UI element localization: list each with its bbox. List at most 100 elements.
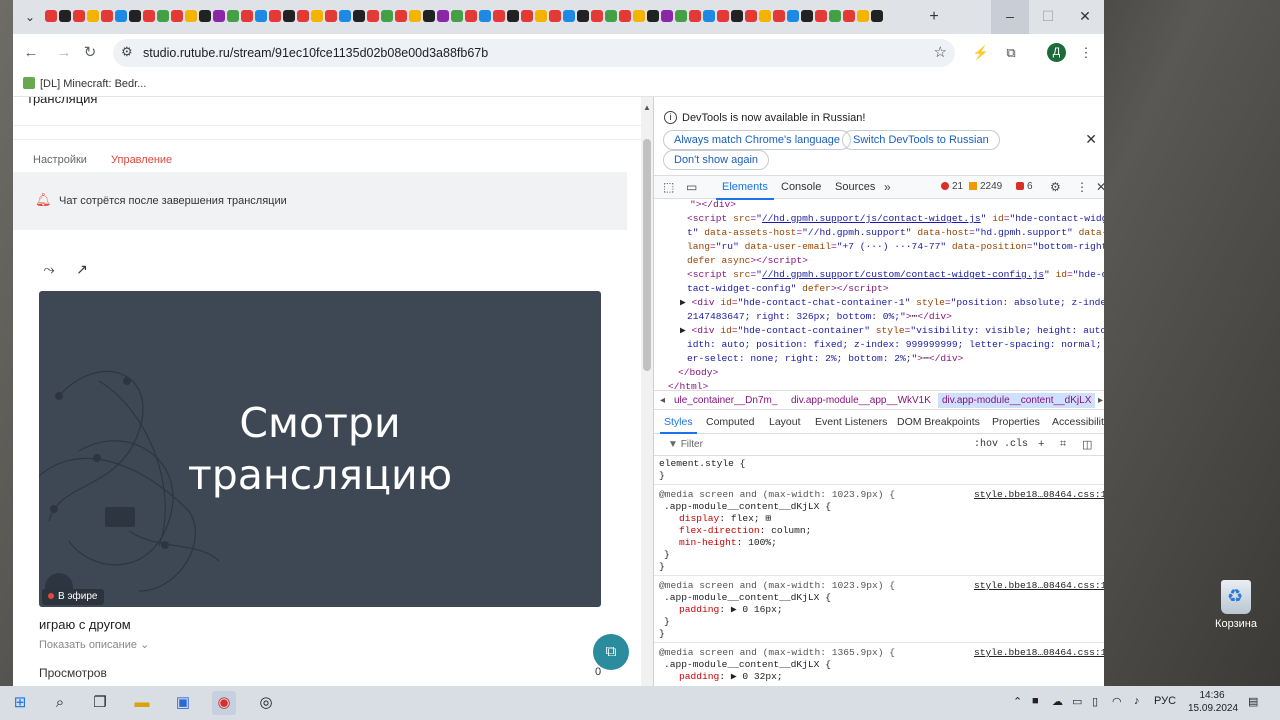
pinned-tab-favicon[interactable] — [395, 10, 407, 22]
pinned-tab-favicon[interactable] — [101, 10, 113, 22]
dom-line[interactable]: </html> — [668, 380, 708, 390]
start-windows-icon[interactable]: ⊞ — [8, 691, 32, 715]
task-view-icon[interactable]: ❐ — [88, 691, 112, 715]
pinned-tab-favicon[interactable] — [591, 10, 603, 22]
pinned-tab-favicon[interactable] — [689, 10, 701, 22]
maximize-button[interactable]: ☐ — [1029, 0, 1067, 34]
profile-avatar[interactable]: Д — [1047, 43, 1066, 62]
pinned-tab-favicon[interactable] — [731, 10, 743, 22]
pinned-tab-favicon[interactable] — [759, 10, 771, 22]
subtab-event-listeners[interactable]: Event Listeners — [815, 416, 887, 428]
breadcrumb-item-selected[interactable]: div.app-module__content__dKjLX — [938, 393, 1096, 408]
pinned-tab-favicon[interactable] — [451, 10, 463, 22]
warning-count-badge[interactable]: 2249 — [969, 181, 1002, 192]
toggle-element-state-icon[interactable]: ⌗ — [1060, 438, 1066, 451]
subtab-layout[interactable]: Layout — [769, 416, 801, 428]
pinned-tab-favicon[interactable] — [227, 10, 239, 22]
onedrive-cloud-icon[interactable]: ☁ — [1052, 695, 1063, 708]
tab-search-chevron-icon[interactable]: ⌄ — [21, 8, 39, 26]
pinned-tab-favicon[interactable] — [423, 10, 435, 22]
more-tabs-chevron-icon[interactable]: » — [884, 180, 891, 194]
pinned-tab-favicon[interactable] — [843, 10, 855, 22]
site-info-icon[interactable]: ⚙ — [121, 44, 133, 60]
styles-filter-input[interactable]: ▼ Filter — [668, 439, 703, 450]
dom-line[interactable]: ▶ <div id="hde-contact-container" style=… — [680, 324, 1104, 338]
bookmark-star-icon[interactable]: ☆ — [934, 43, 947, 61]
pinned-tab-favicon[interactable] — [605, 10, 617, 22]
pinned-tab-favicon[interactable] — [815, 10, 827, 22]
breadcrumb-scroll-left-icon[interactable]: ◂ — [660, 395, 665, 406]
pinned-tab-favicon[interactable] — [703, 10, 715, 22]
dom-line[interactable]: t" data-assets-host="//hd.gpmh.support" … — [687, 226, 1104, 240]
dom-line[interactable]: <script src="//hd.gpmh.support/custom/co… — [687, 268, 1104, 282]
pinned-tab-favicon[interactable] — [675, 10, 687, 22]
pinned-tab-favicon[interactable] — [507, 10, 519, 22]
pinned-tab-favicon[interactable] — [437, 10, 449, 22]
store-icon[interactable]: ▣ — [171, 691, 195, 715]
tab-console[interactable]: Console — [781, 181, 821, 193]
pinned-tab-favicon[interactable] — [633, 10, 645, 22]
back-arrow-icon[interactable]: ← — [20, 42, 42, 64]
close-window-button[interactable]: ✕ — [1066, 0, 1104, 34]
tab-elements[interactable]: Elements — [716, 181, 774, 200]
new-style-rule-icon[interactable]: + — [1038, 438, 1044, 450]
pinned-tab-favicon[interactable] — [563, 10, 575, 22]
pinned-tab-favicon[interactable] — [171, 10, 183, 22]
pinned-tab-favicon[interactable] — [325, 10, 337, 22]
chrome-taskbar-icon[interactable]: ◉ — [212, 691, 236, 715]
pinned-tab-favicon[interactable] — [493, 10, 505, 22]
subtab-dom-breakpoints[interactable]: DOM Breakpoints — [897, 416, 980, 428]
style-selector[interactable]: .app-module__content__dKjLX { — [664, 501, 831, 514]
taskbar-clock[interactable]: 14:36 15.09.2024 — [1188, 689, 1238, 715]
tab-management[interactable]: Управление — [111, 154, 172, 166]
breadcrumb-scroll-right-icon[interactable]: ▸ — [1098, 395, 1103, 406]
pinned-tab-favicon[interactable] — [311, 10, 323, 22]
dont-show-again-button[interactable]: Don't show again — [663, 150, 770, 170]
app-taskbar-icon[interactable]: ◎ — [254, 691, 278, 715]
input-language-indicator[interactable]: РУС — [1154, 695, 1176, 707]
computed-sidebar-icon[interactable]: ◫ — [1082, 438, 1092, 451]
pinned-tab-favicon[interactable] — [283, 10, 295, 22]
stream-preview-player[interactable]: Смотри трансляцию В эфире — [39, 291, 601, 607]
pinned-tab-favicon[interactable] — [857, 10, 869, 22]
dom-line[interactable]: lang="ru" data-user-email="+7 (···) ···7… — [687, 240, 1104, 254]
pinned-tab-favicon[interactable] — [521, 10, 533, 22]
show-hidden-icons-chevron-icon[interactable]: ⌃ — [1013, 695, 1022, 708]
pinned-tab-favicon[interactable] — [661, 10, 673, 22]
close-infobar-icon[interactable]: ✕ — [1085, 131, 1097, 148]
style-selector[interactable]: .app-module__content__dKjLX { — [664, 592, 831, 605]
forward-arrow-icon[interactable]: → — [53, 42, 75, 64]
dom-line[interactable]: <script src="//hd.gpmh.support/js/contac… — [687, 212, 1104, 226]
search-icon[interactable]: ⌕ — [48, 691, 72, 715]
pinned-tab-favicon[interactable] — [339, 10, 351, 22]
support-chat-button[interactable]: ⧉ — [593, 634, 629, 670]
tray-device-icon[interactable]: ▭ — [1072, 695, 1082, 708]
pinned-tab-favicon[interactable] — [381, 10, 393, 22]
dom-line[interactable]: er-select: none; right: 2%; bottom: 2%;"… — [687, 352, 963, 366]
style-declaration[interactable]: padding: ▶ 0 16px; — [679, 604, 783, 617]
share-icon[interactable]: ⤳ — [40, 260, 58, 278]
devtools-menu-icon[interactable]: ⋮ — [1076, 180, 1088, 194]
bookmark-item[interactable]: [DL] Minecraft: Bedr... — [23, 77, 146, 90]
inspect-element-icon[interactable]: ⬚ — [663, 180, 674, 194]
page-scrollbar[interactable]: ▲ — [641, 97, 653, 686]
device-toolbar-icon[interactable]: ▭ — [686, 180, 697, 194]
battery-icon[interactable]: ▯ — [1092, 695, 1098, 708]
pinned-tab-favicon[interactable] — [129, 10, 141, 22]
extension-translate-icon[interactable]: ⚡ — [971, 43, 991, 63]
page-scroll-thumb[interactable] — [643, 139, 651, 371]
reload-icon[interactable]: ↻ — [79, 42, 101, 64]
subtab-styles[interactable]: Styles — [660, 416, 697, 434]
style-declaration[interactable]: padding: ▶ 0 32px; — [679, 671, 783, 684]
pinned-tabs-favicons[interactable] — [45, 10, 897, 23]
error-count-badge[interactable]: 21 — [941, 181, 963, 192]
dom-line[interactable]: 2147483647; right: 326px; bottom: 0%;">⋯… — [687, 310, 952, 324]
scroll-up-arrow-icon[interactable]: ▲ — [643, 103, 651, 112]
subtab-properties[interactable]: Properties — [992, 416, 1040, 428]
issues-count-badge[interactable]: 6 — [1016, 181, 1033, 192]
pinned-tab-favicon[interactable] — [45, 10, 57, 22]
style-rule-line[interactable]: element.style { — [659, 458, 745, 471]
pinned-tab-favicon[interactable] — [241, 10, 253, 22]
dom-line[interactable]: idth: auto; position: fixed; z-index: 99… — [687, 338, 1104, 352]
minimize-button[interactable]: – — [991, 0, 1029, 34]
